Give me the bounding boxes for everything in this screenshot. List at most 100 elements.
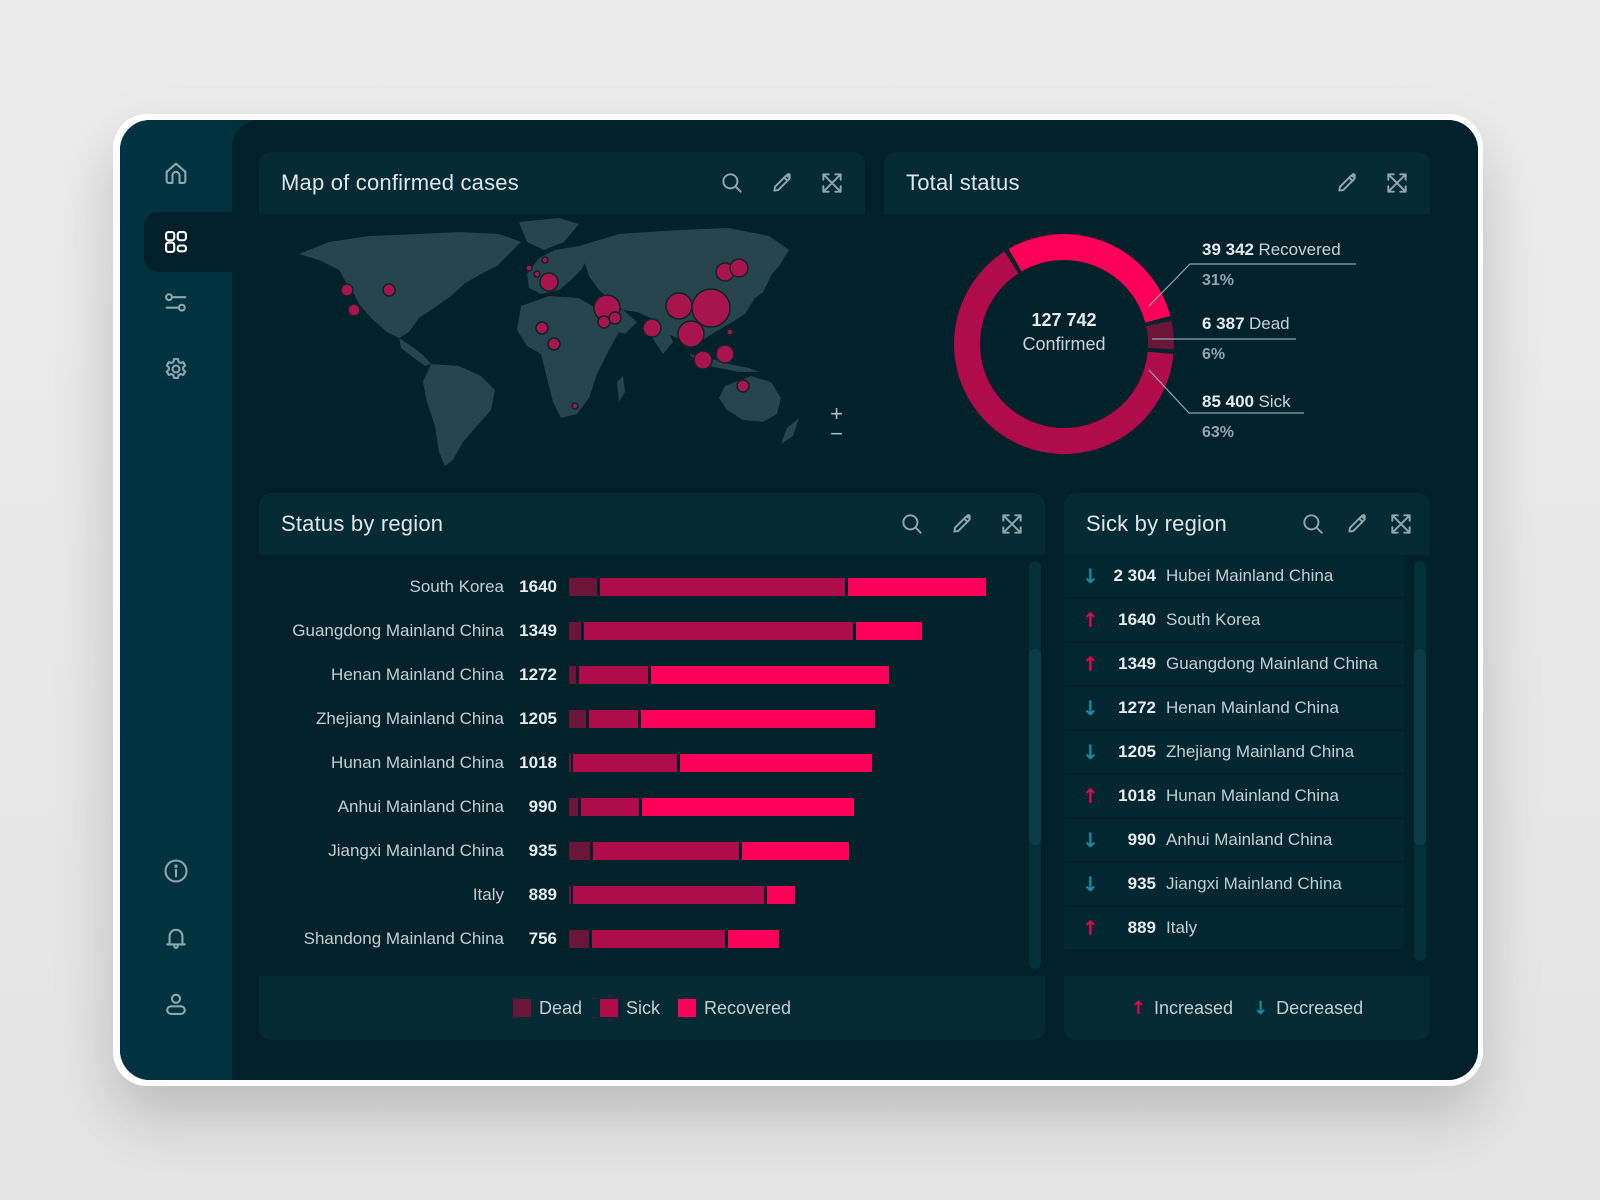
- case-bubble[interactable]: [382, 283, 396, 297]
- sick-callout: 85 400 Sick 63%: [1202, 392, 1291, 442]
- case-bubble[interactable]: [736, 379, 750, 393]
- case-bubble[interactable]: [347, 303, 361, 317]
- case-bubble[interactable]: [340, 283, 354, 297]
- bar-segment-sick[interactable]: [593, 842, 739, 860]
- scrollbar-thumb[interactable]: [1414, 649, 1426, 845]
- bar-segment-dead[interactable]: [569, 622, 582, 640]
- bar-segment-dead[interactable]: [569, 930, 590, 948]
- list-item[interactable]: ↓ 1205 Zhejiang Mainland China: [1064, 731, 1404, 773]
- bar-segment-dead[interactable]: [569, 842, 591, 860]
- bar-row[interactable]: South Korea 1640: [259, 577, 1019, 599]
- bar-segment-sick[interactable]: [580, 798, 639, 816]
- bar-segment-sick[interactable]: [592, 930, 725, 948]
- bar-segment-recovered[interactable]: [741, 842, 849, 860]
- case-bubble[interactable]: [539, 272, 559, 292]
- scrollbar-thumb[interactable]: [1029, 649, 1041, 845]
- edit-button[interactable]: [767, 168, 797, 198]
- list-item[interactable]: ↓ 2 304 Hubei Mainland China: [1064, 555, 1404, 597]
- bell-icon: [166, 928, 186, 949]
- search-icon: [722, 173, 742, 193]
- bar-segment-dead[interactable]: [569, 754, 571, 772]
- bar-row[interactable]: Anhui Mainland China 990: [259, 797, 1019, 819]
- bar-row[interactable]: Shandong Mainland China 756: [259, 929, 1019, 951]
- list-item[interactable]: ↑ 1349 Guangdong Mainland China: [1064, 643, 1404, 685]
- bar-segment-dead[interactable]: [569, 666, 577, 684]
- case-bubble[interactable]: [533, 270, 541, 278]
- nav-info[interactable]: [144, 840, 208, 902]
- land-south-america: [423, 364, 495, 466]
- list-item[interactable]: ↓ 990 Anhui Mainland China: [1064, 819, 1404, 861]
- bar-row[interactable]: Italy 889: [259, 885, 1019, 907]
- case-bubble[interactable]: [729, 258, 749, 278]
- bar-segment-dead[interactable]: [569, 798, 578, 816]
- case-bubble[interactable]: [547, 337, 561, 351]
- bar-row[interactable]: Hunan Mainland China 1018: [259, 753, 1019, 775]
- bar-segment-recovered[interactable]: [680, 754, 873, 772]
- case-bubble[interactable]: [665, 292, 693, 320]
- edit-button[interactable]: [947, 509, 977, 539]
- bar-segment-dead[interactable]: [569, 578, 597, 596]
- search-icon: [902, 514, 922, 534]
- case-bubble[interactable]: [541, 256, 549, 264]
- nav-settings[interactable]: [144, 338, 208, 400]
- case-bubble[interactable]: [691, 288, 731, 328]
- callout-lines: [1148, 263, 1356, 414]
- expand-button[interactable]: [1382, 168, 1412, 198]
- bar-row[interactable]: Zhejiang Mainland China 1205: [259, 709, 1019, 731]
- edit-button[interactable]: [1332, 168, 1362, 198]
- bar-segment-dead[interactable]: [569, 886, 571, 904]
- case-bubble[interactable]: [642, 318, 662, 338]
- nav-dashboard[interactable]: [144, 211, 208, 273]
- expand-button[interactable]: [997, 509, 1027, 539]
- expand-button[interactable]: [817, 168, 847, 198]
- case-bubble[interactable]: [525, 264, 533, 272]
- bar-segment-recovered[interactable]: [650, 666, 889, 684]
- bar-segment-dead[interactable]: [569, 710, 587, 728]
- bar-segment-recovered[interactable]: [855, 622, 922, 640]
- case-bubble[interactable]: [535, 321, 549, 335]
- search-button[interactable]: [717, 168, 747, 198]
- legend-sick[interactable]: Sick: [599, 998, 660, 1019]
- nav-notifications[interactable]: [144, 907, 208, 969]
- case-bubble[interactable]: [608, 311, 622, 325]
- bar-segment-sick[interactable]: [572, 754, 678, 772]
- list-item[interactable]: ↑ 1640 South Korea: [1064, 599, 1404, 641]
- list-item[interactable]: ↓ 1272 Henan Mainland China: [1064, 687, 1404, 729]
- expand-button[interactable]: [1386, 509, 1416, 539]
- chart-legend: Dead Sick Recovered: [259, 976, 1045, 1040]
- search-button[interactable]: [897, 509, 927, 539]
- bar-row[interactable]: Jiangxi Mainland China 935: [259, 841, 1019, 863]
- legend-dead[interactable]: Dead: [512, 998, 582, 1019]
- edit-button[interactable]: [1342, 509, 1372, 539]
- case-bubble[interactable]: [726, 328, 734, 336]
- search-button[interactable]: [1298, 509, 1328, 539]
- list-item[interactable]: ↑ 1018 Hunan Mainland China: [1064, 775, 1404, 817]
- bar-segment-sick[interactable]: [572, 886, 765, 904]
- legend-recovered[interactable]: Recovered: [678, 998, 791, 1019]
- list-item[interactable]: ↑ 889 Italy: [1064, 907, 1404, 949]
- case-bubble[interactable]: [571, 402, 579, 410]
- zoom-out-button[interactable]: −: [830, 423, 843, 445]
- bar-segment-sick[interactable]: [584, 622, 853, 640]
- list-item[interactable]: ↓ 935 Jiangxi Mainland China: [1064, 863, 1404, 905]
- bar-segment-sick[interactable]: [599, 578, 846, 596]
- nav-home[interactable]: [144, 142, 208, 204]
- bar-segment-sick[interactable]: [589, 710, 638, 728]
- bar-segment-recovered[interactable]: [767, 886, 796, 904]
- case-bubble[interactable]: [693, 350, 713, 370]
- world-map[interactable]: [259, 214, 865, 466]
- bar-segment-recovered[interactable]: [848, 578, 986, 596]
- case-bubble[interactable]: [715, 344, 735, 364]
- bar-row[interactable]: Henan Mainland China 1272: [259, 665, 1019, 687]
- bar-row[interactable]: Guangdong Mainland China 1349: [259, 621, 1019, 643]
- bar-total-label: 1349: [519, 621, 557, 640]
- bar-segment-recovered[interactable]: [641, 798, 855, 816]
- nav-filters[interactable]: [144, 272, 208, 334]
- bar-segment-recovered[interactable]: [727, 930, 779, 948]
- nav-profile[interactable]: [144, 973, 208, 1035]
- main-content: Map of confirmed cases + − Total status …: [232, 120, 1478, 1080]
- case-bubble[interactable]: [677, 320, 705, 348]
- bar-segment-recovered[interactable]: [640, 710, 875, 728]
- case-bubble[interactable]: [597, 315, 611, 329]
- bar-segment-sick[interactable]: [579, 666, 648, 684]
